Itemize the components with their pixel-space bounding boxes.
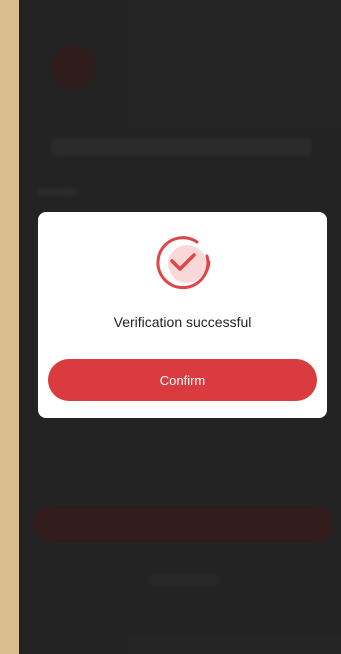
confirm-button[interactable]: Confirm [48, 359, 317, 401]
verification-dialog: Verification successful Confirm [38, 212, 327, 418]
success-message: Verification successful [113, 314, 252, 330]
check-circle-icon [153, 232, 213, 292]
